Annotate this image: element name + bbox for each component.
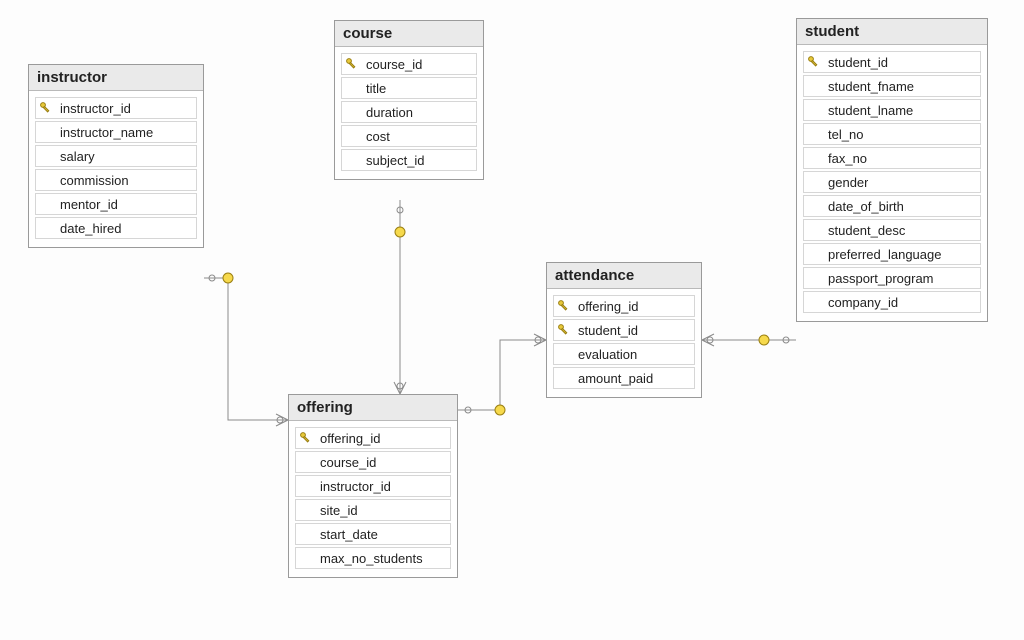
column-row[interactable]: course_id [295,451,451,473]
column-name: student_id [824,55,888,70]
column-name: fax_no [824,151,867,166]
primary-key-icon [36,101,56,115]
column-row[interactable]: passport_program [803,267,981,289]
column-name: duration [362,105,413,120]
column-name: instructor_id [56,101,131,116]
column-name: evaluation [574,347,637,362]
column-name: company_id [824,295,898,310]
entity-offering[interactable]: offering offering_id course_id instructo… [288,394,458,578]
column-name: subject_id [362,153,425,168]
column-row[interactable]: company_id [803,291,981,313]
column-name: student_desc [824,223,905,238]
column-row[interactable]: offering_id [553,295,695,317]
column-name: instructor_id [316,479,391,494]
column-name: student_lname [824,103,913,118]
column-name: title [362,81,386,96]
entity-course[interactable]: course course_id title duration cost sub… [334,20,484,180]
column-name: date_hired [56,221,121,236]
column-row[interactable]: salary [35,145,197,167]
column-row[interactable]: mentor_id [35,193,197,215]
entity-columns: offering_id course_id instructor_id site… [289,421,457,577]
column-name: cost [362,129,390,144]
column-row[interactable]: date_hired [35,217,197,239]
primary-key-icon [554,323,574,337]
column-row[interactable]: preferred_language [803,243,981,265]
column-row[interactable]: cost [341,125,477,147]
column-row[interactable]: student_id [553,319,695,341]
entity-attendance[interactable]: attendance offering_id student_id evalua… [546,262,702,398]
column-name: student_id [574,323,638,338]
column-name: start_date [316,527,378,542]
column-row[interactable]: max_no_students [295,547,451,569]
column-name: course_id [316,455,376,470]
column-row[interactable]: date_of_birth [803,195,981,217]
column-row[interactable]: student_id [803,51,981,73]
column-name: student_fname [824,79,914,94]
column-row[interactable]: start_date [295,523,451,545]
primary-key-icon [296,431,316,445]
column-name: passport_program [824,271,934,286]
column-row[interactable]: amount_paid [553,367,695,389]
column-row[interactable]: title [341,77,477,99]
column-row[interactable]: evaluation [553,343,695,365]
column-name: tel_no [824,127,863,142]
column-row[interactable]: instructor_name [35,121,197,143]
entity-title: instructor [29,65,203,91]
entity-student[interactable]: student student_id student_fname student… [796,18,988,322]
entity-columns: offering_id student_id evaluation amount… [547,289,701,397]
column-row[interactable]: student_lname [803,99,981,121]
column-row[interactable]: student_fname [803,75,981,97]
column-row[interactable]: tel_no [803,123,981,145]
column-row[interactable]: commission [35,169,197,191]
column-name: gender [824,175,868,190]
primary-key-icon [804,55,824,69]
column-row[interactable]: subject_id [341,149,477,171]
column-row[interactable]: duration [341,101,477,123]
column-row[interactable]: instructor_id [295,475,451,497]
entity-instructor[interactable]: instructor instructor_id instructor_name… [28,64,204,248]
entity-title: student [797,19,987,45]
column-row[interactable]: course_id [341,53,477,75]
column-row[interactable]: offering_id [295,427,451,449]
entity-columns: student_id student_fname student_lname t… [797,45,987,321]
column-name: max_no_students [316,551,423,566]
entity-title: course [335,21,483,47]
column-row[interactable]: gender [803,171,981,193]
primary-key-icon [342,57,362,71]
column-row[interactable]: site_id [295,499,451,521]
column-row[interactable]: fax_no [803,147,981,169]
entity-columns: instructor_id instructor_name salary com… [29,91,203,247]
column-name: preferred_language [824,247,941,262]
primary-key-icon [554,299,574,313]
column-name: offering_id [574,299,638,314]
column-name: date_of_birth [824,199,904,214]
column-name: commission [56,173,129,188]
column-name: site_id [316,503,358,518]
entity-title: attendance [547,263,701,289]
column-name: salary [56,149,95,164]
column-name: instructor_name [56,125,153,140]
column-name: course_id [362,57,422,72]
entity-title: offering [289,395,457,421]
column-name: mentor_id [56,197,118,212]
column-name: offering_id [316,431,380,446]
column-row[interactable]: instructor_id [35,97,197,119]
entity-columns: course_id title duration cost subject_id [335,47,483,179]
column-name: amount_paid [574,371,653,386]
column-row[interactable]: student_desc [803,219,981,241]
